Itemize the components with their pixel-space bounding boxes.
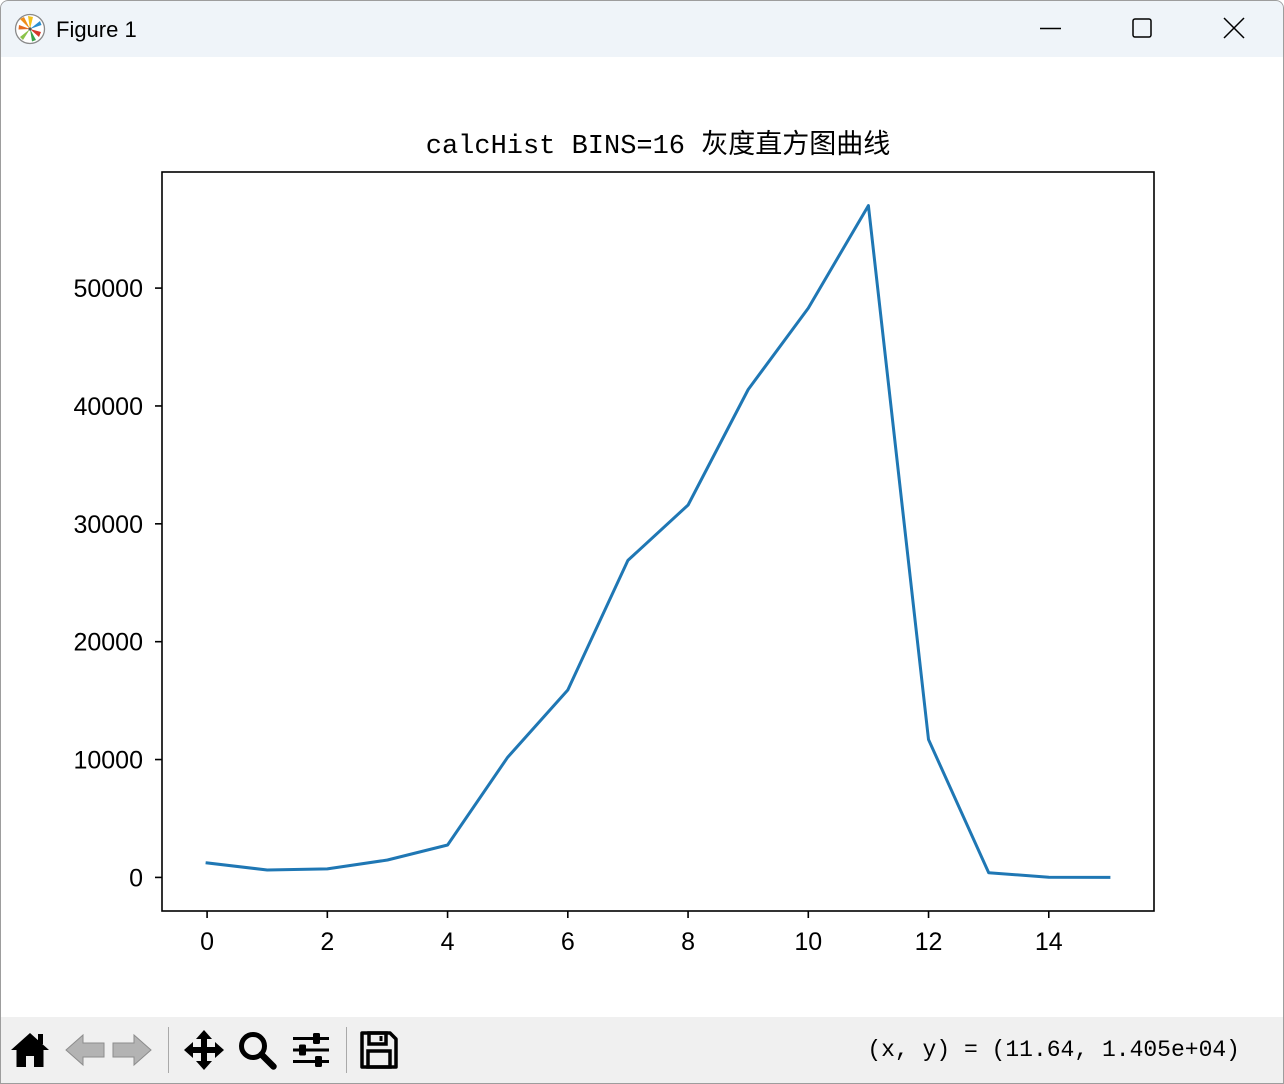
x-tick-label: 12 [915, 928, 943, 956]
pan-button[interactable] [183, 1029, 225, 1071]
maximize-icon [1132, 18, 1152, 38]
configure-subplots-button[interactable] [290, 1029, 332, 1071]
minimize-icon [1040, 27, 1061, 30]
cursor-coordinates: (x, y) = (11.64, 1.405e+04) [867, 1037, 1240, 1063]
x-axis: 0 2 4 6 8 10 12 14 [200, 911, 1063, 956]
matplotlib-logo-icon [14, 13, 46, 45]
maximize-button[interactable] [1096, 0, 1188, 57]
toolbar-separator [168, 1027, 169, 1073]
x-tick-label: 10 [794, 928, 822, 956]
y-tick-label: 40000 [73, 393, 143, 421]
navigation-toolbar: (x, y) = (11.64, 1.405e+04) [0, 1017, 1284, 1084]
x-tick-label: 0 [200, 928, 214, 956]
x-tick-label: 8 [681, 928, 695, 956]
y-tick-label: 0 [129, 864, 143, 892]
y-axis: 0 10000 20000 30000 40000 50000 [73, 275, 162, 892]
y-tick-label: 50000 [73, 275, 143, 303]
window-title: Figure 1 [56, 17, 137, 42]
x-tick-label: 2 [320, 928, 334, 956]
x-tick-label: 14 [1035, 928, 1063, 956]
y-tick-label: 10000 [73, 747, 143, 775]
pan-icon [184, 1030, 224, 1070]
chart-title: calcHist BINS=16 灰度直方图曲线 [426, 129, 890, 162]
minimize-button[interactable] [1004, 0, 1096, 57]
back-button[interactable] [64, 1029, 106, 1071]
x-tick-label: 4 [441, 928, 455, 956]
x-tick-label: 6 [561, 928, 575, 956]
zoom-icon [239, 1032, 277, 1070]
figure-window: Figure 1 calcHist BINS=16 灰度直方图曲线 0 10000… [0, 0, 1284, 1084]
title-bar[interactable]: Figure 1 [0, 0, 1284, 57]
matplotlib-logo-icon [14, 13, 46, 45]
forward-button[interactable] [111, 1029, 153, 1071]
home-icon [11, 1033, 49, 1067]
close-button[interactable] [1188, 0, 1280, 57]
close-icon [1223, 17, 1245, 39]
home-button[interactable] [9, 1029, 51, 1071]
toolbar-separator [346, 1027, 347, 1073]
figure-canvas[interactable]: calcHist BINS=16 灰度直方图曲线 0 10000 20000 3000… [0, 57, 1284, 1017]
zoom-button[interactable] [236, 1029, 278, 1071]
y-tick-label: 20000 [73, 629, 143, 657]
line-chart: calcHist BINS=16 灰度直方图曲线 0 10000 20000 3000… [73, 129, 1155, 956]
y-tick-label: 30000 [73, 511, 143, 539]
configure-subplots-icon [293, 1033, 329, 1067]
save-button[interactable] [358, 1029, 400, 1071]
back-arrow-icon [65, 1033, 105, 1067]
forward-arrow-icon [112, 1033, 152, 1067]
plot-area[interactable] [162, 172, 1154, 911]
save-icon [360, 1031, 398, 1069]
